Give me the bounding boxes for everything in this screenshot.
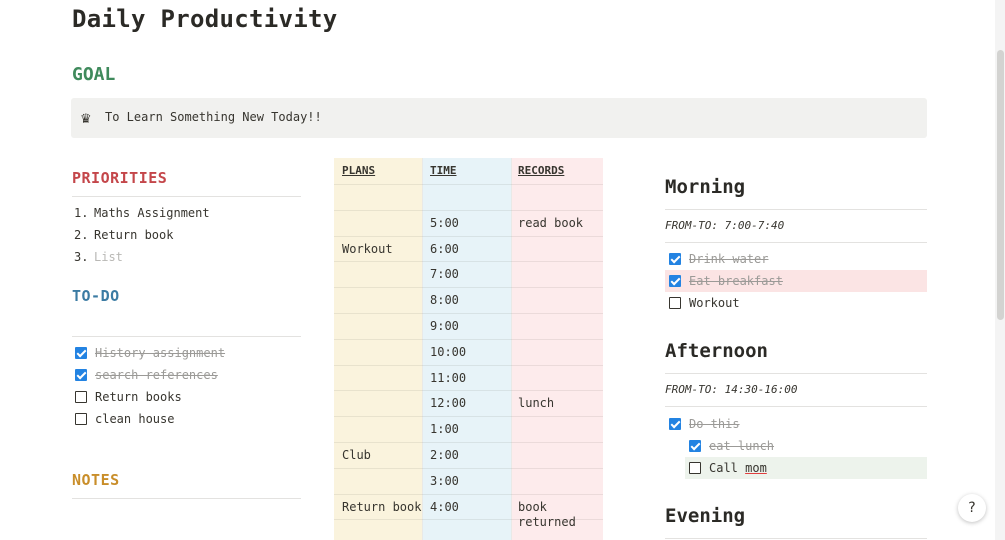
goal-callout[interactable]: ♛ To Learn Something New Today!! xyxy=(71,98,927,138)
goal-text: To Learn Something New Today!! xyxy=(105,110,322,124)
row-line xyxy=(334,313,603,314)
cell-time[interactable]: 4:00 xyxy=(430,500,459,515)
cell-time[interactable]: 11:00 xyxy=(430,371,466,386)
row-line xyxy=(334,416,603,417)
todo-divider xyxy=(72,336,301,337)
notes-divider xyxy=(72,498,301,499)
todo-item[interactable]: Do this xyxy=(665,413,927,435)
notes-heading: NOTES xyxy=(72,471,120,489)
todo-item[interactable]: Return books xyxy=(75,386,225,408)
header-plans[interactable]: PLANS xyxy=(342,164,375,177)
morning-fromto-divider xyxy=(665,242,927,243)
cell-time[interactable]: 2:00 xyxy=(430,448,459,463)
crown-icon: ♛ xyxy=(81,108,91,127)
todo-item[interactable]: search references xyxy=(75,364,225,386)
plans-column xyxy=(334,158,422,540)
cell-records[interactable]: book returned xyxy=(518,500,598,530)
goal-heading: GOAL xyxy=(72,64,116,85)
afternoon-list: Do this eat lunch Call mom xyxy=(665,413,927,479)
checkbox[interactable] xyxy=(669,297,681,309)
todo-item[interactable]: Workout xyxy=(665,292,927,314)
todo-subitem[interactable]: Call mom xyxy=(685,457,927,479)
morning-fromto: FROM-TO: 7:00-7:40 xyxy=(665,219,785,232)
header-records[interactable]: RECORDS xyxy=(518,164,564,177)
todo-item[interactable]: History assignment xyxy=(75,342,225,364)
cell-time[interactable]: 12:00 xyxy=(430,396,466,411)
cell-time[interactable]: 9:00 xyxy=(430,319,459,334)
cell-time[interactable]: 7:00 xyxy=(430,267,459,282)
todo-list: History assignment search references Ret… xyxy=(75,342,225,430)
afternoon-heading: Afternoon xyxy=(665,340,768,362)
cell-records[interactable]: read book xyxy=(518,216,598,231)
afternoon-fromto-divider xyxy=(665,406,927,407)
priorities-divider xyxy=(72,196,301,197)
afternoon-divider xyxy=(665,373,927,374)
header-time[interactable]: TIME xyxy=(430,164,457,177)
row-line xyxy=(334,468,603,469)
column-divider xyxy=(511,158,512,540)
row-line xyxy=(334,494,603,495)
column-divider xyxy=(422,158,423,540)
checkbox[interactable] xyxy=(689,462,701,474)
cell-records[interactable]: lunch xyxy=(518,396,598,411)
todo-item[interactable]: Eat breakfast xyxy=(665,270,927,292)
checkbox[interactable] xyxy=(75,347,87,359)
cell-time[interactable]: 6:00 xyxy=(430,242,459,257)
row-line xyxy=(334,365,603,366)
list-item[interactable]: 2. Return book xyxy=(74,224,210,246)
cell-time[interactable]: 10:00 xyxy=(430,345,466,360)
checkbox[interactable] xyxy=(669,275,681,287)
todo-subitem[interactable]: eat lunch xyxy=(665,435,927,457)
page-title: Daily Productivity xyxy=(72,5,338,33)
cell-time[interactable]: 5:00 xyxy=(430,216,459,231)
todo-heading: TO-DO xyxy=(72,287,120,305)
evening-divider xyxy=(665,538,927,539)
row-line xyxy=(334,390,603,391)
todo-item[interactable]: Drink water xyxy=(665,248,927,270)
checkbox[interactable] xyxy=(75,413,87,425)
schedule-table: PLANS TIME RECORDS 5:00 read book Workout 6… xyxy=(334,158,603,540)
checkbox[interactable] xyxy=(689,440,701,452)
row-line xyxy=(334,339,603,340)
afternoon-fromto: FROM-TO: 14:30-16:00 xyxy=(665,383,798,396)
cell-time[interactable]: 8:00 xyxy=(430,293,459,308)
evening-heading: Evening xyxy=(665,505,746,527)
morning-divider xyxy=(665,209,927,210)
row-line xyxy=(334,442,603,443)
morning-heading: Morning xyxy=(665,176,746,198)
cell-time[interactable]: 3:00 xyxy=(430,474,459,489)
list-item[interactable]: 1. Maths Assignment xyxy=(74,202,210,224)
help-button[interactable]: ? xyxy=(958,494,986,522)
checkbox[interactable] xyxy=(75,369,87,381)
checkbox[interactable] xyxy=(75,391,87,403)
list-item[interactable]: 3. List xyxy=(74,246,210,268)
priorities-heading: PRIORITIES xyxy=(72,169,168,187)
row-line xyxy=(334,287,603,288)
morning-list: Drink water Eat breakfast Workout xyxy=(665,248,927,314)
row-line xyxy=(334,210,603,211)
cell-plans[interactable]: Club xyxy=(342,448,371,463)
checkbox[interactable] xyxy=(669,253,681,265)
todo-item[interactable]: clean house xyxy=(75,408,225,430)
cell-plans[interactable]: Return book xyxy=(342,500,421,515)
scrollbar-thumb[interactable] xyxy=(997,50,1004,320)
priorities-list: 1. Maths Assignment 2. Return book 3. List xyxy=(74,202,210,268)
row-line xyxy=(334,184,603,185)
cell-plans[interactable]: Workout xyxy=(342,242,393,257)
checkbox[interactable] xyxy=(669,418,681,430)
row-line xyxy=(334,261,603,262)
row-line xyxy=(334,236,603,237)
cell-time[interactable]: 1:00 xyxy=(430,422,459,437)
